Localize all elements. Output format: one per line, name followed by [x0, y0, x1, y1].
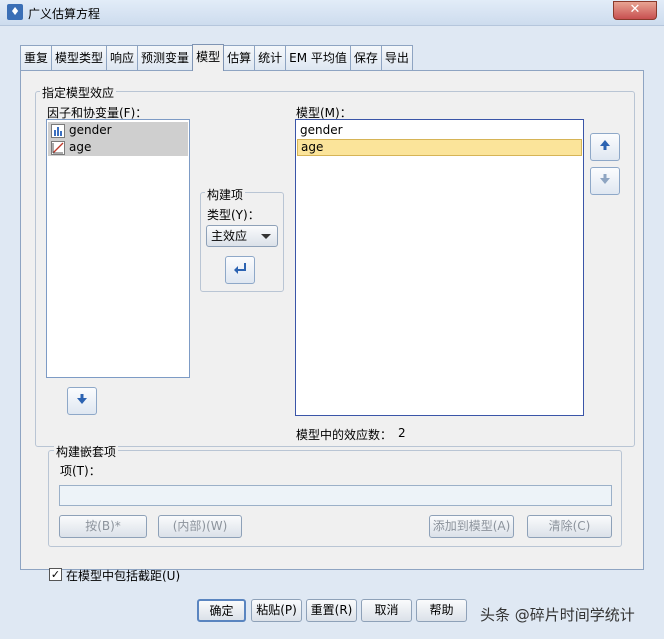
- arrow-return-icon: [233, 261, 247, 279]
- tab-7[interactable]: 统计: [254, 45, 287, 71]
- list-item[interactable]: age: [48, 139, 188, 156]
- window-title: 广义估算方程: [28, 7, 101, 21]
- close-button[interactable]: ✕: [613, 1, 657, 20]
- help-button[interactable]: 帮助: [416, 599, 467, 622]
- tab-5[interactable]: 模型: [192, 44, 225, 71]
- intercept-label: 在模型中包括截距(U): [66, 569, 181, 583]
- term-type-dropdown[interactable]: 主效应: [206, 225, 278, 247]
- model-list[interactable]: gender age: [295, 119, 584, 416]
- reset-button[interactable]: 重置(R): [306, 599, 357, 622]
- tab-3[interactable]: 响应: [106, 45, 139, 71]
- model-term: age: [301, 140, 324, 154]
- arrow-down-icon: [75, 392, 89, 410]
- cancel-button[interactable]: 取消: [361, 599, 412, 622]
- tab-bar: 重复 模型类型 响应 预测变量 模型 估算 统计 EM 平均值 保存 导出: [20, 44, 413, 71]
- tab-10[interactable]: 导出: [380, 45, 413, 71]
- arrow-down-icon: [598, 172, 612, 190]
- chevron-down-icon: [261, 234, 271, 239]
- tab-8[interactable]: EM 平均值: [285, 45, 351, 71]
- variable-name: gender: [69, 123, 112, 137]
- nested-term-legend: 构建嵌套项: [54, 443, 119, 460]
- tab-9[interactable]: 保存: [349, 45, 382, 71]
- watermark-text: 头条 @碎片时间学统计: [480, 606, 635, 624]
- clear-button[interactable]: 清除(C): [527, 515, 612, 538]
- scale-variable-icon: [51, 140, 65, 155]
- list-item[interactable]: age: [297, 139, 582, 156]
- type-label: 类型(Y)：: [207, 208, 260, 222]
- nested-term-field[interactable]: [59, 485, 612, 506]
- tab-4[interactable]: 预测变量: [137, 45, 194, 71]
- add-to-model-arrow-button[interactable]: [225, 256, 255, 284]
- move-down-button[interactable]: [590, 167, 620, 195]
- arrow-up-icon: [598, 138, 612, 156]
- nominal-variable-icon: [51, 123, 65, 138]
- list-item[interactable]: gender: [297, 122, 582, 139]
- effect-count-label: 模型中的效应数：: [296, 428, 393, 442]
- ok-button[interactable]: 确定: [197, 599, 246, 622]
- factors-list[interactable]: gender age: [46, 119, 190, 378]
- tab-1[interactable]: 重复: [20, 45, 53, 71]
- spss-dialog-icon: ♦: [7, 4, 23, 20]
- move-up-button[interactable]: [590, 133, 620, 161]
- move-to-nested-button[interactable]: [67, 387, 97, 415]
- paste-button[interactable]: 粘贴(P): [251, 599, 302, 622]
- add-to-model-button[interactable]: 添加到模型(A): [429, 515, 514, 538]
- effect-count-value: 2: [398, 426, 406, 440]
- by-button[interactable]: 按(B)*: [59, 515, 147, 538]
- variable-name: age: [69, 140, 92, 154]
- tab-2[interactable]: 模型类型: [51, 45, 108, 71]
- within-button[interactable]: (内部)(W): [158, 515, 242, 538]
- tab-6[interactable]: 估算: [223, 45, 256, 71]
- list-item[interactable]: gender: [48, 122, 188, 139]
- build-term-legend: 构建项: [205, 186, 246, 203]
- specify-effects-legend: 指定模型效应: [40, 84, 117, 101]
- term-label: 项(T)：: [60, 464, 101, 478]
- model-term: gender: [300, 123, 343, 137]
- intercept-checkbox[interactable]: ✓: [49, 568, 62, 581]
- term-type-value: 主效应: [211, 229, 248, 243]
